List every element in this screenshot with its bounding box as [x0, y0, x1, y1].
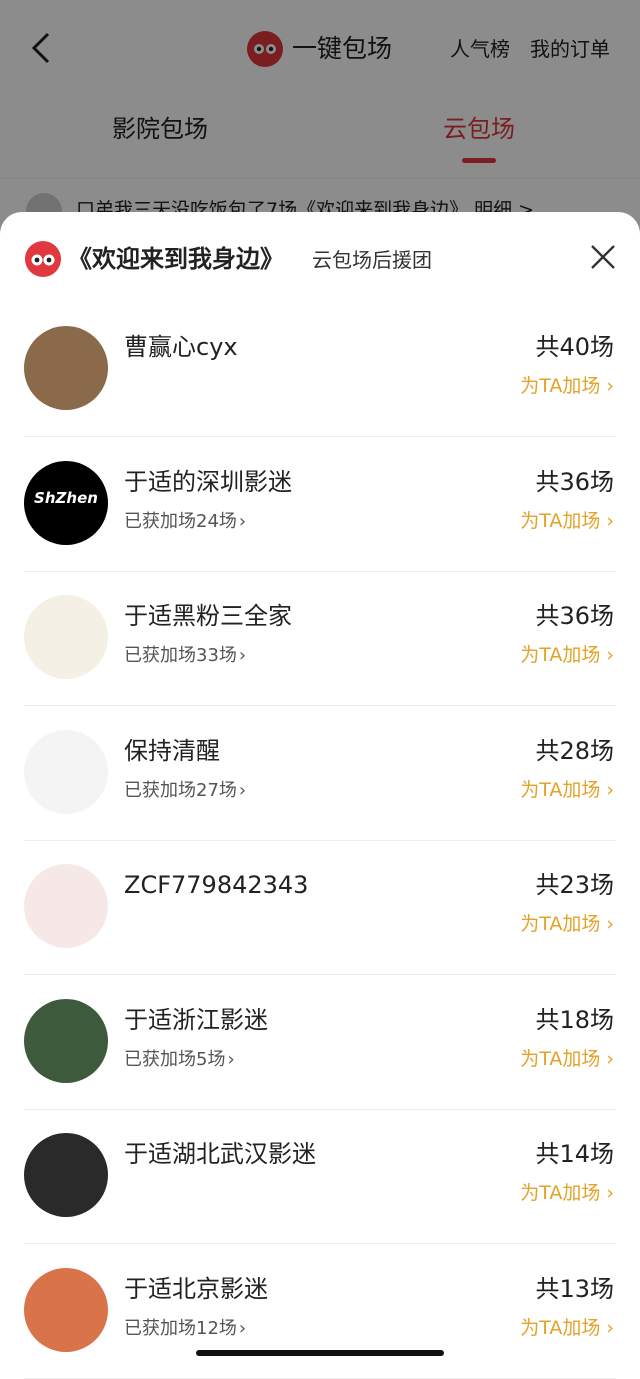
- gained-sessions-text: 已获加场12场: [124, 1317, 237, 1339]
- add-session-button[interactable]: 为TA加场 ›: [520, 1314, 614, 1342]
- gained-sessions-link[interactable]: 已获加场33场 ›: [124, 643, 246, 669]
- chevron-right-icon: ›: [238, 510, 247, 532]
- add-session-button[interactable]: 为TA加场 ›: [520, 507, 614, 535]
- add-session-label: 为TA加场: [520, 1182, 601, 1204]
- add-session-label: 为TA加场: [520, 1316, 601, 1339]
- session-count: 共13场: [535, 1274, 614, 1303]
- add-session-button[interactable]: 为TA加场 ›: [520, 372, 614, 400]
- chevron-right-icon: ›: [600, 644, 614, 666]
- gained-sessions-link[interactable]: 已获加场24场 ›: [124, 509, 246, 535]
- chevron-right-icon: ›: [238, 645, 247, 666]
- cat-logo-icon: [25, 241, 61, 277]
- supporter-name: ZCF779842343: [124, 871, 309, 899]
- avatar[interactable]: [24, 1133, 108, 1217]
- add-session-label: 为TA加场: [520, 1047, 601, 1070]
- add-session-label: 为TA加场: [520, 509, 601, 532]
- supporter-name: 曹赢心cyx: [124, 333, 238, 361]
- chevron-right-icon: ›: [600, 375, 614, 397]
- avatar[interactable]: [24, 864, 108, 948]
- avatar[interactable]: [24, 998, 108, 1083]
- chevron-right-icon: ›: [600, 509, 614, 532]
- gained-sessions-link[interactable]: 已获加场27场 ›: [124, 778, 246, 804]
- supporter-name: 于适的深圳影迷: [124, 467, 292, 496]
- supporter-name: 于适北京影迷: [124, 1274, 268, 1303]
- chevron-right-icon: ›: [600, 1182, 614, 1204]
- gained-sessions-text: 已获加场5场: [124, 1048, 226, 1070]
- add-session-button[interactable]: 为TA加场 ›: [520, 776, 614, 804]
- gained-sessions-text: 已获加场33场: [124, 645, 237, 666]
- chevron-right-icon: ›: [238, 1317, 247, 1339]
- gained-sessions-link[interactable]: 已获加场5场 ›: [124, 1047, 235, 1073]
- add-session-label: 为TA加场: [520, 375, 601, 397]
- add-session-button[interactable]: 为TA加场 ›: [520, 641, 614, 669]
- avatar[interactable]: [24, 1267, 108, 1352]
- movie-title: 《欢迎来到我身边》: [68, 245, 284, 273]
- supporter-row[interactable]: ShZhen 于适的深圳影迷 已获加场24场 › 共36场 为TA加场 ›: [24, 437, 616, 572]
- sheet-subtitle: 云包场后援团: [312, 248, 432, 272]
- supporter-name: 于适浙江影迷: [124, 1005, 268, 1034]
- session-count: 共18场: [535, 1005, 614, 1034]
- add-session-button[interactable]: 为TA加场 ›: [520, 1179, 614, 1207]
- supporter-name: 于适湖北武汉影迷: [124, 1140, 316, 1168]
- add-session-button[interactable]: 为TA加场 ›: [520, 1045, 614, 1073]
- home-indicator[interactable]: [196, 1350, 444, 1356]
- chevron-right-icon: ›: [600, 913, 614, 935]
- session-count: 共14场: [535, 1140, 614, 1168]
- session-count: 共36场: [535, 602, 614, 630]
- supporter-name: 保持清醒: [124, 736, 220, 765]
- close-icon[interactable]: [588, 242, 618, 272]
- add-session-label: 为TA加场: [520, 913, 601, 935]
- supporter-row[interactable]: 于适浙江影迷 已获加场5场 › 共18场 为TA加场 ›: [24, 975, 616, 1110]
- supporter-row[interactable]: 于适黑粉三全家 已获加场33场 › 共36场 为TA加场 ›: [24, 571, 616, 706]
- session-count: 共28场: [535, 736, 614, 765]
- add-session-label: 为TA加场: [520, 644, 601, 666]
- supporter-name: 于适黑粉三全家: [124, 602, 292, 630]
- session-count: 共23场: [535, 871, 614, 899]
- supporter-row[interactable]: 保持清醒 已获加场27场 › 共28场 为TA加场 ›: [24, 706, 616, 841]
- support-group-sheet: 《欢迎来到我身边》 云包场后援团 曹赢心cyx 共40场为TA加场 › ShZhen…: [0, 212, 640, 1379]
- chevron-right-icon: ›: [600, 1047, 614, 1070]
- avatar[interactable]: [24, 326, 108, 410]
- supporter-row[interactable]: ZCF779842343 共23场为TA加场 ›: [24, 840, 616, 975]
- session-count: 共36场: [535, 467, 614, 496]
- add-session-label: 为TA加场: [520, 778, 601, 801]
- session-count: 共40场: [535, 333, 614, 361]
- avatar-logo-text: ShZhen: [34, 488, 98, 507]
- chevron-right-icon: ›: [600, 778, 614, 801]
- supporter-row[interactable]: 曹赢心cyx 共40场为TA加场 ›: [24, 302, 616, 437]
- chevron-right-icon: ›: [600, 1316, 614, 1339]
- supporter-row[interactable]: 于适北京影迷 已获加场12场 › 共13场 为TA加场 ›: [24, 1244, 616, 1379]
- chevron-right-icon: ›: [227, 1048, 235, 1070]
- gained-sessions-text: 已获加场27场: [124, 779, 237, 801]
- gained-sessions-link[interactable]: 已获加场12场 ›: [124, 1316, 246, 1342]
- supporter-row[interactable]: 于适湖北武汉影迷 共14场为TA加场 ›: [24, 1109, 616, 1244]
- avatar[interactable]: [24, 729, 108, 814]
- sheet-header: 《欢迎来到我身边》 云包场后援团: [0, 212, 640, 304]
- add-session-button[interactable]: 为TA加场 ›: [520, 910, 614, 938]
- chevron-right-icon: ›: [238, 779, 247, 801]
- gained-sessions-text: 已获加场24场: [124, 510, 237, 532]
- avatar[interactable]: [24, 595, 108, 679]
- avatar[interactable]: ShZhen: [24, 460, 108, 545]
